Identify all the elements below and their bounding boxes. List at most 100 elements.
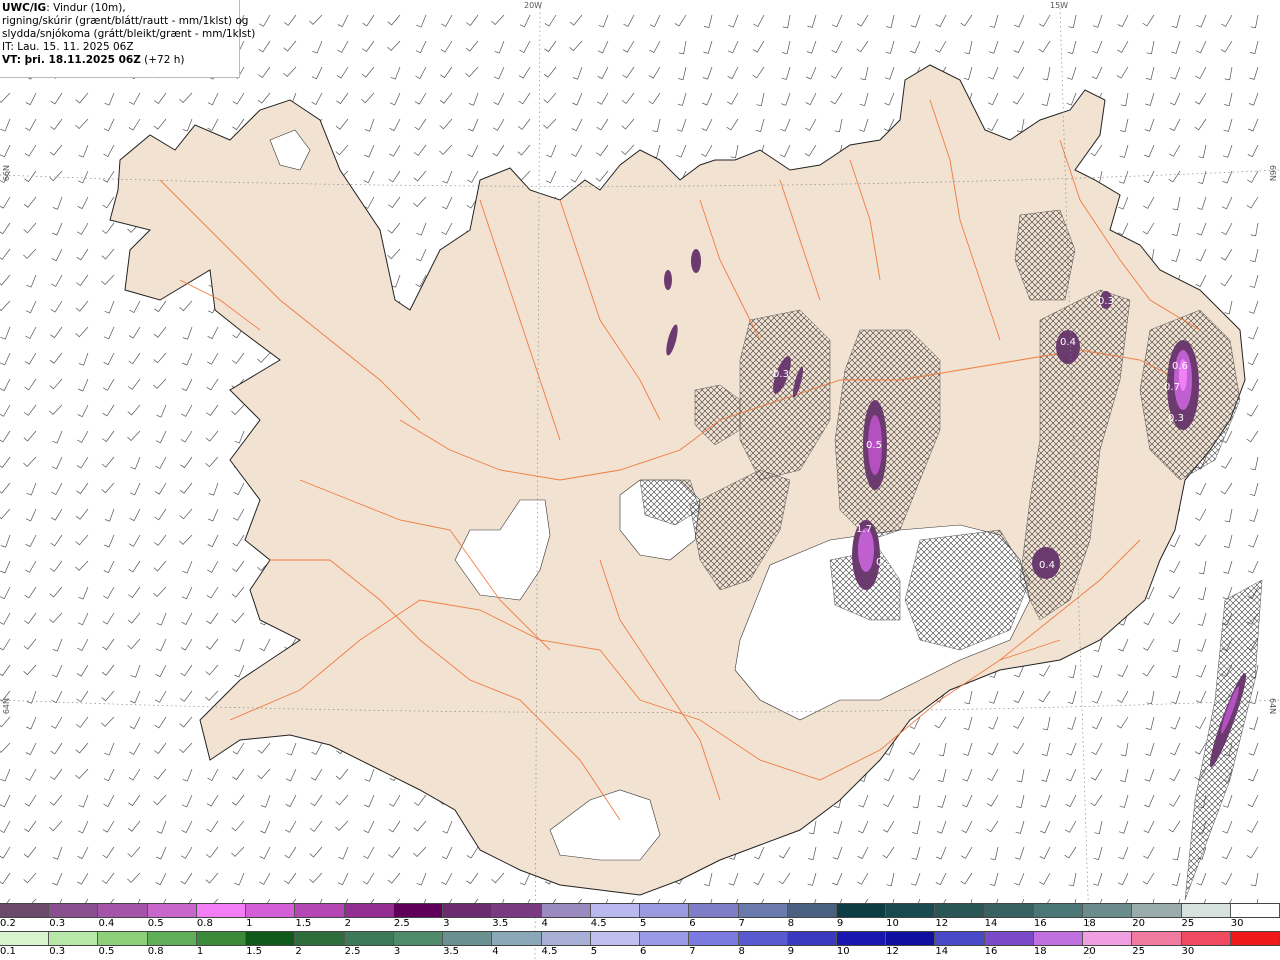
- valid-time: VT: þri. 18.11.2025 06Z: [2, 54, 141, 66]
- colorbar-label: 10: [836, 946, 850, 957]
- wind-barb: [963, 742, 973, 756]
- wind-barb: [103, 352, 115, 366]
- wind-barb: [1171, 690, 1181, 704]
- colorbar-label: 4.5: [541, 946, 558, 957]
- wind-barb: [1169, 794, 1181, 807]
- colorbar-label: 7: [738, 918, 745, 929]
- wind-barb: [102, 820, 115, 833]
- wind-barb: [1065, 820, 1077, 833]
- lat-label-66n-right: 66N: [1268, 165, 1277, 182]
- wind-barb: [674, 14, 687, 27]
- wind-barb: [129, 534, 141, 547]
- colorbar-label: 0.8: [196, 918, 213, 929]
- wind-barb: [571, 144, 583, 157]
- wind-barb: [26, 716, 37, 730]
- wind-barb: [180, 872, 193, 885]
- wind-barb: [544, 40, 557, 53]
- wind-barb: [1169, 768, 1181, 782]
- wind-barb: [1042, 66, 1051, 81]
- wind-barb: [51, 482, 63, 495]
- colorbar-swatch: [689, 904, 739, 917]
- wind-barb: [493, 66, 505, 80]
- wind-barb: [1169, 118, 1181, 132]
- wind-barb: [1221, 846, 1233, 860]
- wind-barb: [207, 326, 219, 340]
- wind-barb: [545, 170, 557, 184]
- colorbar-swatch: [886, 932, 936, 945]
- colorbar-swatch: [1132, 904, 1182, 917]
- wind-barb: [728, 14, 739, 28]
- wind-barb: [468, 118, 479, 132]
- wind-barb: [75, 716, 89, 728]
- colorbar-swatch: [1181, 904, 1231, 917]
- wind-barb: [182, 352, 193, 366]
- wind-barb: [1142, 222, 1155, 235]
- wind-barb: [127, 612, 141, 624]
- wind-barb: [0, 742, 11, 753]
- precip-label: 0.6: [1172, 361, 1188, 372]
- precip-label: 1.7: [856, 524, 872, 535]
- wind-barb: [155, 664, 167, 678]
- wind-barb: [1224, 300, 1233, 315]
- wind-barb: [234, 664, 245, 678]
- colorbar-swatch: [295, 904, 345, 917]
- wind-barb: [154, 508, 167, 521]
- wind-barb: [1143, 196, 1155, 209]
- wind-barb: [50, 508, 63, 521]
- wind-barb: [652, 118, 661, 133]
- product-desc: : Vindur (10m),: [46, 2, 126, 14]
- colorbar-label: 3.5: [492, 918, 509, 929]
- wind-barb: [934, 716, 947, 729]
- wind-barb: [518, 66, 531, 79]
- wind-barb: [1194, 534, 1207, 547]
- wind-barb: [51, 248, 63, 262]
- wind-barb: [259, 14, 271, 27]
- wind-barb: [179, 92, 193, 103]
- wind-barb: [1221, 456, 1233, 469]
- colorbar-swatch: [295, 932, 345, 945]
- wind-barb: [50, 534, 63, 547]
- wind-barb: [181, 404, 193, 417]
- wind-barb: [49, 820, 63, 832]
- wind-barb: [206, 586, 219, 599]
- wind-barb: [778, 846, 791, 859]
- wind-barb: [179, 508, 193, 520]
- wind-barb: [806, 66, 817, 80]
- wind-barb: [1091, 742, 1103, 755]
- wind-barb: [181, 612, 193, 625]
- colorbar-swatch: [590, 932, 641, 945]
- wind-barb: [807, 14, 817, 28]
- wind-barb: [153, 794, 167, 806]
- colorbar-label: 4: [541, 918, 548, 929]
- colorbar-swatch: [147, 932, 197, 945]
- wind-barb: [649, 40, 661, 53]
- wind-barb: [1224, 92, 1233, 107]
- wind-barb: [361, 92, 375, 104]
- wind-barb: [1247, 378, 1259, 391]
- wind-barb: [1092, 40, 1103, 54]
- wind-barb: [752, 40, 765, 53]
- wind-barb: [1092, 664, 1103, 678]
- wind-barb: [1119, 144, 1129, 158]
- wind-barb: [1064, 846, 1077, 859]
- wind-barb: [0, 248, 11, 260]
- colorbar-swatch: [196, 904, 247, 917]
- wind-barb: [364, 144, 375, 158]
- rain-colorbar-labels: 0.1 0.3 0.5 0.8 1 1.5 2 2.5 3 3.5 4 4.5 5 6 7 8 9 10 12 14 1…: [0, 946, 1280, 958]
- wind-barb: [782, 40, 791, 55]
- wind-barb: [782, 14, 791, 29]
- wind-barb: [414, 118, 427, 131]
- wind-barb: [834, 118, 843, 133]
- wind-barb: [77, 638, 89, 651]
- wind-barb: [882, 846, 895, 859]
- wind-barb: [154, 92, 167, 104]
- wind-barb: [1248, 92, 1259, 106]
- wind-barb: [101, 664, 115, 676]
- wind-barb: [52, 846, 63, 860]
- colorbar-swatch: [935, 932, 985, 945]
- wind-barb: [1250, 222, 1259, 237]
- wind-barb: [937, 794, 947, 808]
- wind-barb: [101, 482, 115, 494]
- wind-barb: [466, 872, 479, 885]
- wind-barb: [205, 638, 219, 650]
